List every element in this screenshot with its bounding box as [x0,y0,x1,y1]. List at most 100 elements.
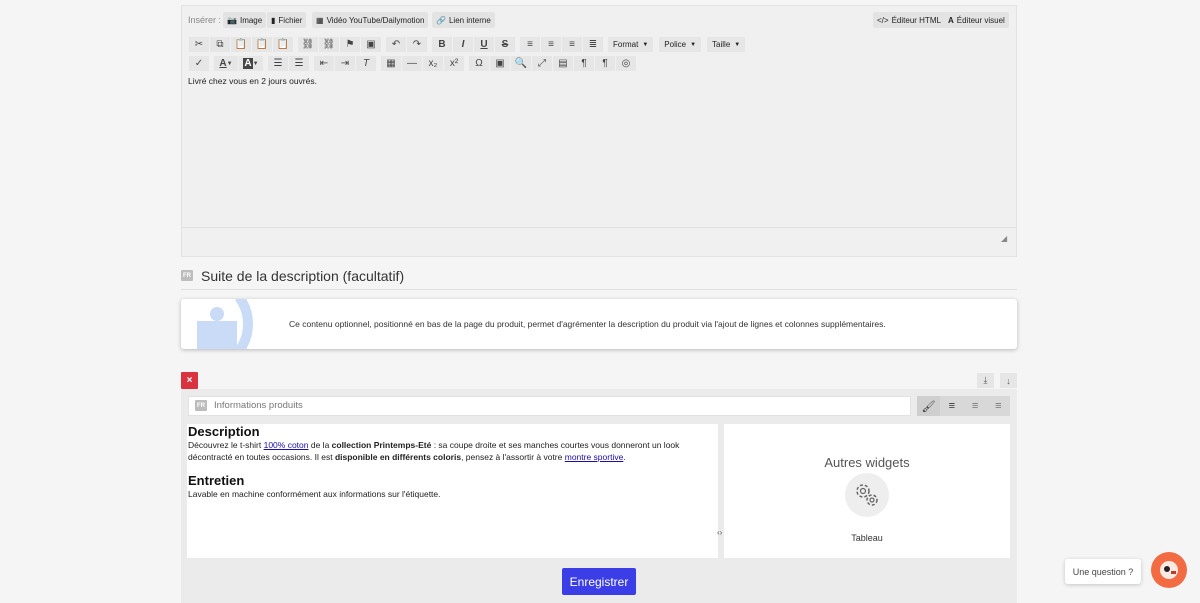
align-center-icon[interactable]: ≡ [541,37,561,52]
table-widget-label[interactable]: Tableau [724,533,1010,543]
align-justify-icon[interactable]: ≣ [583,37,603,52]
film-icon: ▦ [316,15,324,25]
ltr-icon[interactable]: ¶ [574,56,594,71]
background-color-icon[interactable]: A ▼ [239,56,263,71]
preview-icon[interactable]: 🔍 [511,56,531,71]
caret-down-icon: ▼ [642,41,649,48]
insert-link-label: Lien interne [448,15,491,25]
text-color-icon[interactable]: A ▼ [214,56,238,71]
insert-file-label: Fichier [278,15,303,25]
unlink-icon[interactable]: ⛓ [319,37,339,52]
description-heading: Description [188,424,260,439]
watch-link[interactable]: montre sportive [565,452,624,462]
text-span: . [623,452,626,462]
underline-icon[interactable]: U [474,37,494,52]
editor-content[interactable]: Livré chez vous en 2 jours ouvrés. [188,76,317,86]
bold-text: collection Printemps-Eté [331,440,432,450]
insert-label: Insérer : [188,15,222,25]
outdent-icon[interactable]: ⇤ [314,56,334,71]
rtl-icon[interactable]: ¶ [595,56,615,71]
section-title: Suite de la description (facultatif) [201,268,405,284]
numbered-list-icon[interactable]: ☰ [289,56,309,71]
delete-block-button[interactable]: × [181,372,198,389]
template-icon[interactable]: ▤ [553,56,573,71]
description-paragraph: Découvrez le t-shirt 100% coton de la co… [188,439,718,463]
cut-icon[interactable]: ✂ [189,37,209,52]
support-agent-icon [1160,561,1178,579]
copy-icon[interactable]: ⧉ [210,37,230,52]
caret-down-icon: ▼ [690,41,697,48]
paste-text-icon[interactable]: 📋 [252,37,272,52]
italic-icon[interactable]: I [453,37,473,52]
language-badge: FR [195,400,207,411]
resize-handle-icon[interactable]: ◢ [1001,234,1007,243]
spellcheck-icon[interactable]: ✓ [189,56,209,71]
insert-file-button[interactable]: ▮ Fichier [267,12,307,28]
gears-icon[interactable] [845,473,889,517]
table-icon[interactable]: ▦ [381,56,401,71]
care-paragraph: Lavable en machine conformément aux info… [188,489,441,499]
font-dropdown[interactable]: Police ▼ [659,37,702,52]
chat-avatar[interactable] [1151,552,1187,588]
brush-icon[interactable]: 🖌 [917,396,941,416]
visual-editor-button[interactable]: A Éditeur visuel [944,12,1009,28]
size-dropdown[interactable]: Taille ▼ [707,37,746,52]
insert-video-label: Vidéo YouTube/Dailymotion [326,15,425,25]
insert-internal-link-button[interactable]: 🔗 Lien interne [432,12,495,28]
toolbar-row-2: ✓ A ▼ A ▼ ☰ ☰ ⇤ ⇥ T ▦ ― x₂ x² Ω ▣ 🔍 ⤢ ▤ ¶ … [189,55,637,72]
superscript-icon[interactable]: x² [444,56,464,71]
font-icon: A [948,15,954,25]
format-dropdown[interactable]: Format ▼ [608,37,654,52]
insert-video-button[interactable]: ▦ Vidéo YouTube/Dailymotion [312,12,429,28]
link-icon: 🔗 [436,15,446,25]
media-icon[interactable]: ▣ [490,56,510,71]
bold-icon[interactable]: B [432,37,452,52]
caret-down-icon: ▼ [734,41,741,48]
move-down-icon[interactable]: ↓ [1000,373,1017,388]
align-center-icon[interactable]: ≡ [964,396,987,416]
format-label: Format [613,40,639,49]
image-icon[interactable]: ▣ [361,37,381,52]
paste-icon[interactable]: 📋 [231,37,251,52]
help-button[interactable]: Une question ? [1065,559,1141,584]
text-span: , pensez à l'assortir à votre [461,452,565,462]
toolbar-row-1: ✂ ⧉ 📋 📋 📋 ⛓ ⛓ ⚑ ▣ ↶ ↷ B I U S ≡ ≡ ≡ ≣ Fo… [189,36,751,53]
text-span: Découvrez le t-shirt [188,440,264,450]
block-style-group: 🖌 ≡ ≡ ≡ [917,396,1010,416]
undo-icon[interactable]: ↶ [386,37,406,52]
section-divider [181,289,1017,290]
link-icon[interactable]: ⛓ [298,37,318,52]
strikethrough-icon[interactable]: S [495,37,515,52]
bulleted-list-icon[interactable]: ☰ [268,56,288,71]
code-icon: </> [877,15,889,25]
help-circle-icon[interactable]: ◎ [616,56,636,71]
align-left-icon[interactable]: ≡ [520,37,540,52]
horizontal-rule-icon[interactable]: ― [402,56,422,71]
indent-icon[interactable]: ⇥ [335,56,355,71]
insert-image-button[interactable]: 📷 Image [223,12,267,28]
info-icon [197,299,253,349]
camera-icon: 📷 [227,15,237,25]
redo-icon[interactable]: ↷ [407,37,427,52]
cotton-link[interactable]: 100% coton [264,440,309,450]
align-right-icon[interactable]: ≡ [562,37,582,52]
size-label: Taille [712,40,731,49]
align-right-icon[interactable]: ≡ [987,396,1010,416]
other-widgets-title: Autres widgets [824,455,910,470]
file-icon: ▮ [271,15,276,25]
html-editor-button[interactable]: </> Éditeur HTML [873,12,945,28]
fullscreen-icon[interactable]: ⤢ [532,56,552,71]
visual-editor-label: Éditeur visuel [956,15,1005,25]
clear-format-icon[interactable]: T [356,56,376,71]
paste-word-icon[interactable]: 📋 [273,37,293,52]
special-char-icon[interactable]: Ω [469,56,489,71]
move-to-bottom-icon[interactable]: ⤓ [977,373,994,388]
left-column[interactable]: Description Découvrez le t-shirt 100% co… [187,424,718,558]
save-button[interactable]: Enregistrer [562,568,636,595]
subscript-icon[interactable]: x₂ [423,56,443,71]
anchor-flag-icon[interactable]: ⚑ [340,37,360,52]
block-title-value: Informations produits [214,400,303,411]
bold-text: disponible en différents coloris [334,452,462,462]
align-left-icon[interactable]: ≡ [940,396,963,416]
column-resize-icon[interactable]: ‹› [717,528,722,537]
